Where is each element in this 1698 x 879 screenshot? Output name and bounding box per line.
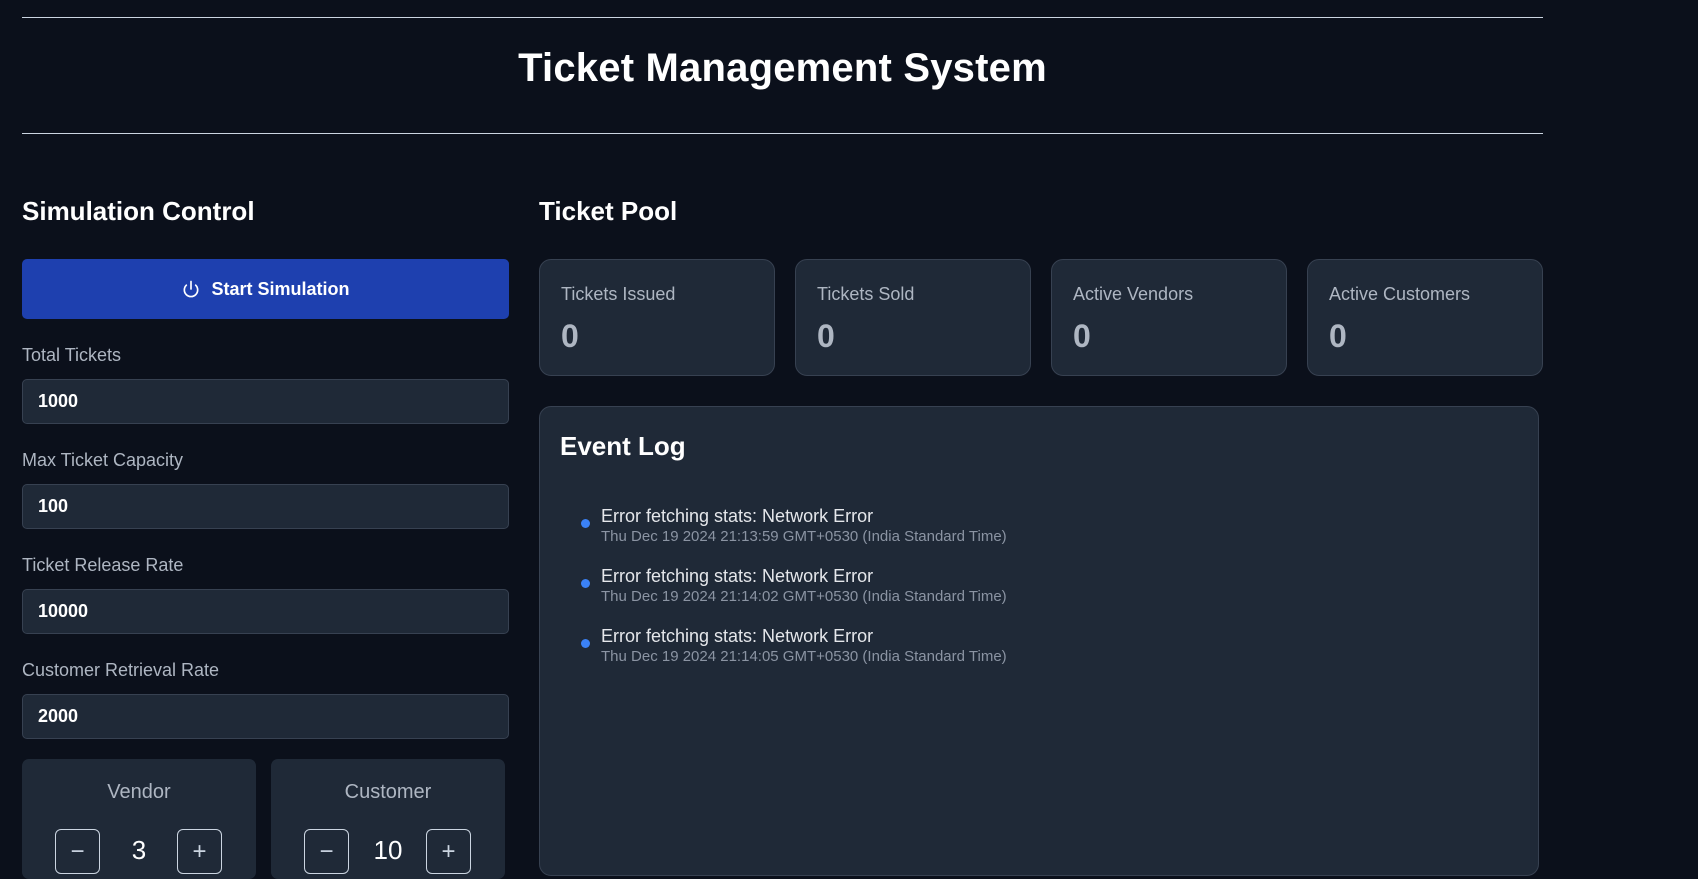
ticket-release-rate-input[interactable] — [22, 589, 509, 634]
total-tickets-label: Total Tickets — [22, 345, 122, 365]
vendor-decrement-button[interactable]: − — [55, 829, 100, 874]
customer-increment-button[interactable]: + — [426, 829, 471, 874]
simulation-control-title: Simulation Control — [22, 196, 255, 226]
header-divider-bottom — [22, 133, 1543, 134]
ticket-pool-title: Ticket Pool — [539, 196, 678, 226]
log-bullet-icon — [581, 519, 590, 528]
vendor-increment-button[interactable]: + — [177, 829, 222, 874]
stat-card-tickets-sold: Tickets Sold 0 — [795, 259, 1031, 376]
stat-card-tickets-issued: Tickets Issued 0 — [539, 259, 775, 376]
customer-counter-label: Customer — [344, 781, 432, 803]
start-simulation-label: Start Simulation — [211, 278, 350, 299]
customer-decrement-button[interactable]: − — [304, 829, 349, 874]
log-bullet-icon — [581, 579, 590, 588]
log-message: Error fetching stats: Network Error — [601, 626, 874, 646]
power-icon — [184, 280, 199, 298]
max-ticket-capacity-label: Max Ticket Capacity — [22, 450, 184, 470]
customer-retrieval-rate-input[interactable] — [22, 694, 509, 739]
event-log-title: Event Log — [560, 431, 686, 461]
stat-value: 0 — [1329, 318, 1347, 354]
app-title: Ticket Management System — [518, 46, 1047, 90]
stat-value: 0 — [1073, 318, 1091, 354]
vendor-counter-card: Vendor − 3 + — [22, 759, 256, 879]
stat-label: Active Vendors — [1073, 284, 1194, 304]
log-entry: Error fetching stats: Network Error Thu … — [581, 625, 1007, 685]
ticket-release-rate-label: Ticket Release Rate — [22, 555, 184, 575]
stat-label: Active Customers — [1329, 284, 1471, 304]
log-timestamp: Thu Dec 19 2024 21:13:59 GMT+0530 (India… — [601, 528, 1007, 545]
stat-label: Tickets Sold — [817, 284, 915, 304]
log-timestamp: Thu Dec 19 2024 21:14:05 GMT+0530 (India… — [601, 648, 1007, 665]
log-entry: Error fetching stats: Network Error Thu … — [581, 505, 1007, 565]
log-entry: Error fetching stats: Network Error Thu … — [581, 565, 1007, 625]
log-timestamp: Thu Dec 19 2024 21:14:02 GMT+0530 (India… — [601, 588, 1007, 605]
customer-count-value: 10 — [373, 835, 403, 865]
customer-counter-card: Customer − 10 + — [271, 759, 505, 879]
total-tickets-input[interactable] — [22, 379, 509, 424]
event-log-list: Error fetching stats: Network Error Thu … — [581, 505, 1007, 685]
stat-value: 0 — [817, 318, 835, 354]
log-bullet-icon — [581, 639, 590, 648]
stat-card-active-vendors: Active Vendors 0 — [1051, 259, 1287, 376]
log-message: Error fetching stats: Network Error — [601, 506, 874, 526]
stat-value: 0 — [561, 318, 579, 354]
stat-card-active-customers: Active Customers 0 — [1307, 259, 1543, 376]
log-message: Error fetching stats: Network Error — [601, 566, 874, 586]
max-ticket-capacity-input[interactable] — [22, 484, 509, 529]
customer-retrieval-rate-label: Customer Retrieval Rate — [22, 660, 220, 680]
stat-label: Tickets Issued — [561, 284, 676, 304]
event-log-panel[interactable]: Event Log Error fetching stats: Network … — [539, 406, 1539, 876]
header-divider-top — [22, 17, 1543, 18]
start-simulation-button[interactable]: Start Simulation — [22, 259, 509, 319]
vendor-count-value: 3 — [131, 835, 147, 865]
vendor-counter-label: Vendor — [107, 781, 171, 803]
